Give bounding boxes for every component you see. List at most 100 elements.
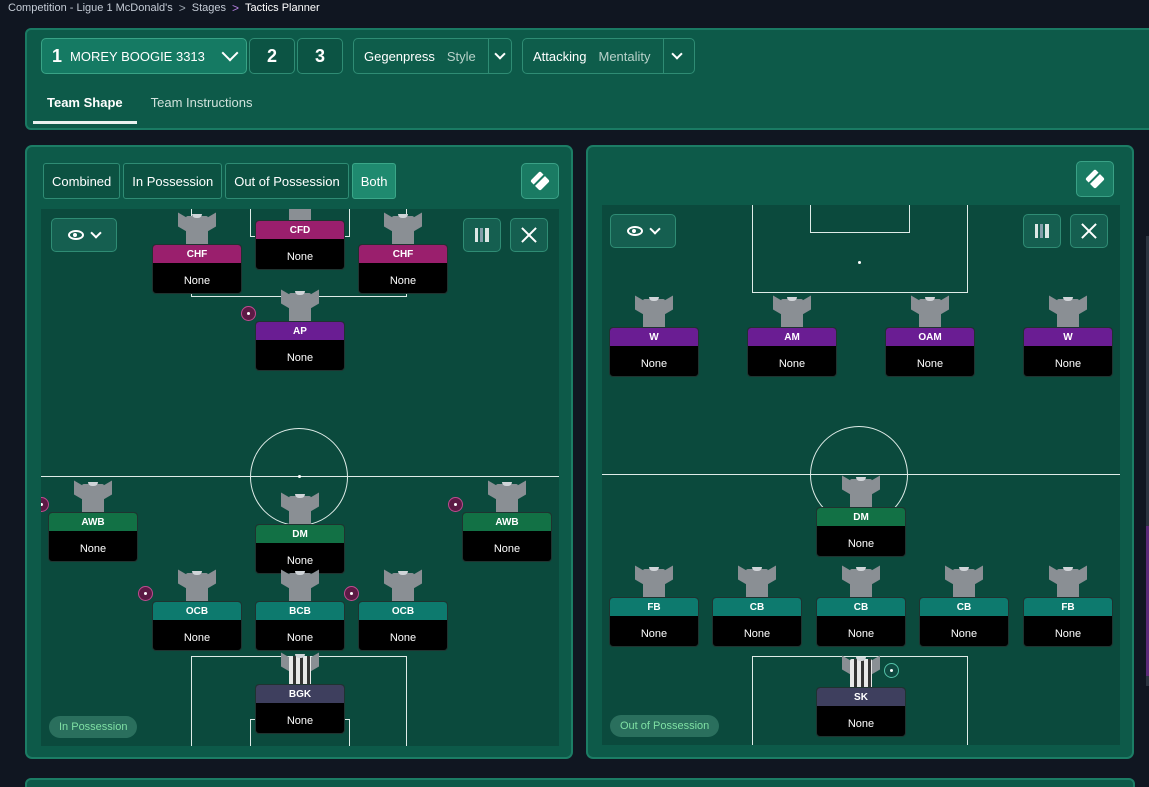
mentality-label: Mentality	[598, 48, 651, 64]
kit-button[interactable]	[1076, 161, 1114, 197]
tactic-select[interactable]: 1 MOREY BOOGIE 3313	[41, 38, 247, 74]
expand-button[interactable]	[1070, 214, 1108, 248]
player-duty: None	[847, 718, 875, 730]
filter-in-possession[interactable]: In Possession	[123, 163, 223, 199]
tab-team-shape[interactable]: Team Shape	[33, 88, 137, 124]
player-duty: None	[389, 275, 417, 287]
player-duty: None	[286, 632, 314, 644]
chevron-down-icon	[90, 227, 102, 239]
player-role: BGK	[256, 685, 344, 703]
breadcrumb-current: Tactics Planner	[245, 2, 320, 14]
expand-icon	[1081, 223, 1097, 239]
instruction-badge-icon[interactable]	[884, 663, 899, 678]
player-role: FB	[1024, 598, 1112, 616]
instruction-badge-icon[interactable]	[344, 586, 359, 601]
player-role: SK	[817, 688, 905, 706]
player-duty: None	[183, 632, 211, 644]
player-card[interactable]: DM None	[816, 507, 906, 557]
filter-both[interactable]: Both	[351, 163, 397, 199]
style-dropdown[interactable]	[487, 39, 511, 73]
tab-bar: Team Shape Team Instructions	[33, 88, 267, 124]
player-role: AM	[748, 328, 836, 346]
player-duty: None	[389, 632, 417, 644]
tab-team-instructions[interactable]: Team Instructions	[137, 88, 267, 124]
style-select[interactable]: Gegenpress Style	[353, 38, 512, 74]
tactic-slot-2-button[interactable]: 2	[249, 38, 295, 74]
filter-combined[interactable]: Combined	[43, 163, 121, 199]
player-card[interactable]: OCB None	[152, 601, 242, 651]
player-role: AWB	[463, 513, 551, 531]
tactic-slot-3-button[interactable]: 3	[297, 38, 343, 74]
tactic-header-panel: 1 MOREY BOOGIE 3313 2 3 Gegenpress Style…	[25, 28, 1149, 130]
player-card[interactable]: DM None	[255, 524, 345, 574]
breadcrumb: Competition - Ligue 1 McDonald's > Stage…	[8, 1, 320, 15]
shirt-icon	[384, 212, 422, 248]
instruction-badge-icon[interactable]	[448, 497, 463, 512]
player-card[interactable]: AM None	[747, 327, 837, 377]
chevron-down-icon	[494, 48, 506, 60]
player-card[interactable]: W None	[609, 327, 699, 377]
player-duty: None	[743, 628, 771, 640]
player-card[interactable]: AWB None	[48, 512, 138, 562]
player-role: CB	[713, 598, 801, 616]
shirt-icon	[281, 652, 319, 688]
player-role: CHF	[153, 245, 241, 263]
mentality-dropdown[interactable]	[662, 39, 691, 73]
mentality-select[interactable]: Attacking Mentality	[522, 38, 695, 74]
player-role: BCB	[256, 602, 344, 620]
breadcrumb-stages[interactable]: Stages	[192, 2, 226, 14]
player-card[interactable]: OCB None	[358, 601, 448, 651]
shirt-icon	[738, 565, 776, 601]
player-card[interactable]: CFD None	[255, 220, 345, 270]
shirt-icon	[842, 655, 880, 691]
shirt-icon	[1049, 565, 1087, 601]
player-card[interactable]: CHF None	[358, 244, 448, 294]
shirt-icon	[384, 569, 422, 605]
filter-out-of-possession[interactable]: Out of Possession	[225, 163, 349, 199]
view-toggle[interactable]	[610, 214, 676, 248]
view-toggle[interactable]	[51, 218, 117, 252]
phase-label: Out of Possession	[610, 715, 720, 737]
chevron-down-icon	[671, 48, 683, 60]
mentality-value: Attacking	[533, 48, 587, 64]
player-card[interactable]: CB None	[712, 597, 802, 647]
player-role: W	[610, 328, 698, 346]
player-card[interactable]: AP None	[255, 321, 345, 371]
in-possession-panel: Combined In Possession Out of Possession…	[25, 145, 573, 759]
player-card[interactable]: FB None	[609, 597, 699, 647]
player-role: AP	[256, 322, 344, 340]
instruction-badge-icon[interactable]	[241, 306, 256, 321]
pitch-penalty-spot	[858, 261, 861, 264]
player-card[interactable]: AWB None	[462, 512, 552, 562]
instruction-badge-icon[interactable]	[138, 586, 153, 601]
player-role: AWB	[49, 513, 137, 531]
kit-icon	[530, 171, 550, 191]
player-duty: None	[640, 358, 668, 370]
kit-button[interactable]	[521, 163, 559, 199]
player-card[interactable]: CHF None	[152, 244, 242, 294]
grid-view-button[interactable]	[463, 218, 501, 252]
player-duty: None	[1054, 628, 1082, 640]
player-card[interactable]: CB None	[816, 597, 906, 647]
instruction-badge-icon[interactable]	[41, 497, 49, 512]
breadcrumb-competition[interactable]: Competition - Ligue 1 McDonald's	[8, 2, 173, 14]
pitch: CFD None CHF None CHF None AP None AWB None DM None…	[41, 209, 559, 746]
player-duty: None	[640, 628, 668, 640]
expand-button[interactable]	[510, 218, 548, 252]
phase-label: In Possession	[49, 716, 138, 738]
pitch-center-spot	[298, 475, 301, 478]
player-card[interactable]: BCB None	[255, 601, 345, 651]
tactic-name: MOREY BOOGIE 3313	[70, 48, 205, 64]
player-card[interactable]: BGK None	[255, 684, 345, 734]
player-card[interactable]: FB None	[1023, 597, 1113, 647]
player-card[interactable]: SK None	[816, 687, 906, 737]
player-card[interactable]: CB None	[919, 597, 1009, 647]
player-duty: None	[286, 555, 314, 567]
player-duty: None	[778, 358, 806, 370]
player-role: OAM	[886, 328, 974, 346]
shirt-icon	[842, 565, 880, 601]
grid-view-button[interactable]	[1023, 214, 1061, 248]
player-card[interactable]: OAM None	[885, 327, 975, 377]
player-card[interactable]: W None	[1023, 327, 1113, 377]
shirt-icon	[74, 480, 112, 516]
